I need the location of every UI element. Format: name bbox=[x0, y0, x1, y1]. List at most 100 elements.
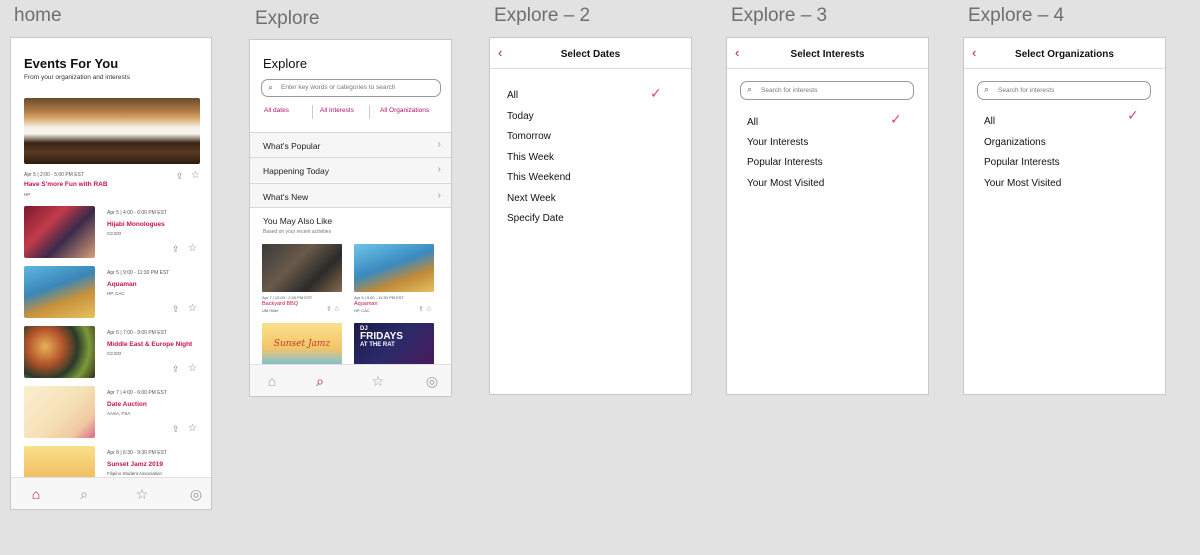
explore-screen: Explore ⌕ Enter key words or categories … bbox=[249, 39, 452, 397]
card-image bbox=[354, 244, 434, 292]
card-actions[interactable]: ⇪ ☆ bbox=[418, 305, 432, 313]
section-label: Happening Today bbox=[263, 166, 330, 176]
option-this-weekend[interactable]: This Weekend bbox=[507, 172, 571, 183]
option-tomorrow[interactable]: Tomorrow bbox=[507, 131, 551, 142]
option-your-interests[interactable]: Your Interests bbox=[747, 137, 808, 148]
list-item[interactable]: Apr 6 | 7:00 - 9:00 PM EST Middle East &… bbox=[24, 326, 202, 378]
artboard-label-explore-2: Explore – 2 bbox=[494, 5, 591, 26]
event-card[interactable]: DJ FRIDAYS AT THE RAT bbox=[354, 323, 434, 365]
checkmark-icon: ✓ bbox=[650, 85, 662, 101]
star-icon[interactable]: ☆ bbox=[188, 363, 197, 374]
event-card[interactable]: Apr 5 | 9:00 - 11:30 PM EST Aquaman HP, … bbox=[354, 244, 434, 313]
profile-icon[interactable]: ◎ bbox=[422, 371, 442, 391]
card-image-text: FRIDAYS bbox=[360, 331, 403, 342]
event-title[interactable]: Aquaman bbox=[107, 281, 137, 288]
search-icon: ⌕ bbox=[747, 84, 753, 94]
share-icon[interactable]: ⇪ bbox=[172, 244, 180, 255]
event-thumbnail bbox=[24, 326, 95, 378]
section-label: What's New bbox=[263, 192, 309, 202]
event-date: Apr 7 | 4:00 - 6:00 PM EST bbox=[107, 390, 167, 396]
page-title: Events For You bbox=[24, 56, 119, 71]
event-org: CCISO bbox=[107, 351, 122, 356]
option-organizations[interactable]: Organizations bbox=[984, 137, 1046, 148]
event-title[interactable]: Date Auction bbox=[107, 401, 147, 408]
option-your-most-visited[interactable]: Your Most Visited bbox=[747, 178, 824, 189]
option-all[interactable]: All bbox=[507, 90, 518, 101]
event-org: Filipino Student Association bbox=[107, 471, 163, 476]
search-input[interactable]: ⌕ Enter key words or categories to searc… bbox=[261, 79, 441, 97]
card-actions[interactable]: ⇪ ☆ bbox=[326, 305, 340, 313]
card-image-text: AT THE RAT bbox=[360, 342, 395, 348]
event-card[interactable]: Sunset Jamz bbox=[262, 323, 342, 365]
chevron-right-icon: › bbox=[437, 164, 441, 175]
search-placeholder: Search for interests bbox=[998, 87, 1055, 94]
card-date: Apr 7 | 12:00 - 2:00 PM EST bbox=[262, 295, 313, 300]
search-input[interactable]: ⌕ Search for interests bbox=[977, 81, 1151, 100]
filter-bar: All dates All Interests All Organization… bbox=[250, 105, 451, 119]
option-next-week[interactable]: Next Week bbox=[507, 193, 556, 204]
event-title[interactable]: Middle East & Europe Night bbox=[107, 341, 192, 348]
star-icon[interactable]: ☆ bbox=[188, 243, 197, 254]
event-card[interactable]: Apr 7 | 12:00 - 2:00 PM EST Backyard BBQ… bbox=[262, 244, 342, 313]
select-organizations-screen: ‹ Select Organizations ⌕ Search for inte… bbox=[963, 37, 1166, 395]
star-icon[interactable]: ☆ bbox=[188, 303, 197, 314]
divider bbox=[312, 105, 313, 119]
event-title[interactable]: Hijabi Monologues bbox=[107, 221, 165, 228]
select-interests-screen: ‹ Select Interests ⌕ Search for interest… bbox=[726, 37, 929, 395]
chevron-right-icon: › bbox=[437, 139, 441, 150]
star-icon[interactable]: ☆ bbox=[132, 484, 152, 504]
event-org: AASA, FSA bbox=[107, 411, 131, 416]
hero-event-title[interactable]: Have S'more Fun with RAB bbox=[24, 181, 108, 188]
option-all[interactable]: All bbox=[747, 117, 758, 128]
event-thumbnail bbox=[24, 266, 95, 318]
filter-all-dates[interactable]: All dates bbox=[264, 107, 289, 114]
hero-event-org: HP bbox=[24, 192, 31, 197]
list-item[interactable]: Apr 5 | 4:00 - 6:00 PM EST Hijabi Monolo… bbox=[24, 206, 202, 258]
option-all[interactable]: All bbox=[984, 116, 995, 127]
home-screen: Events For You From your organization an… bbox=[10, 37, 212, 510]
share-icon[interactable]: ⇪ bbox=[176, 171, 184, 182]
share-icon[interactable]: ⇪ bbox=[172, 364, 180, 375]
card-image bbox=[262, 244, 342, 292]
option-specify-date[interactable]: Specify Date bbox=[507, 213, 564, 224]
section-happening-today[interactable]: Happening Today › bbox=[250, 157, 451, 182]
checkmark-icon: ✓ bbox=[1127, 107, 1139, 123]
ymal-title: You May Also Like bbox=[263, 216, 333, 226]
header: ‹ Select Dates bbox=[490, 38, 691, 69]
option-this-week[interactable]: This Week bbox=[507, 152, 554, 163]
option-today[interactable]: Today bbox=[507, 111, 534, 122]
section-whats-popular[interactable]: What's Popular › bbox=[250, 132, 451, 157]
search-icon[interactable]: ⌕ bbox=[74, 484, 94, 504]
search-placeholder: Search for interests bbox=[761, 87, 818, 94]
option-popular-interests[interactable]: Popular Interests bbox=[747, 157, 823, 168]
list-item[interactable]: Apr 5 | 9:00 - 11:30 PM EST Aquaman HP, … bbox=[24, 266, 202, 318]
share-icon[interactable]: ⇪ bbox=[172, 304, 180, 315]
home-icon[interactable]: ⌂ bbox=[262, 371, 282, 391]
option-your-most-visited[interactable]: Your Most Visited bbox=[984, 178, 1061, 189]
home-icon[interactable]: ⌂ bbox=[26, 484, 46, 504]
filter-all-organizations[interactable]: All Organizations bbox=[380, 107, 429, 114]
card-date: Apr 5 | 9:00 - 11:30 PM EST bbox=[354, 295, 404, 300]
search-placeholder: Enter key words or categories to search bbox=[281, 84, 396, 91]
star-icon[interactable]: ☆ bbox=[188, 423, 197, 434]
hero-event-image[interactable] bbox=[24, 98, 200, 164]
section-whats-new[interactable]: What's New › bbox=[250, 183, 451, 208]
event-date: Apr 5 | 9:00 - 11:30 PM EST bbox=[107, 270, 170, 276]
page-title: Select Organizations bbox=[1015, 49, 1114, 60]
filter-all-interests[interactable]: All Interests bbox=[320, 107, 354, 114]
ymal-subtitle: Based on your recent activities bbox=[263, 229, 332, 235]
list-item[interactable]: Apr 7 | 4:00 - 6:00 PM EST Date Auction … bbox=[24, 386, 202, 438]
event-title[interactable]: Sunset Jamz 2019 bbox=[107, 461, 163, 468]
event-org: CCISO bbox=[107, 231, 122, 236]
card-image: DJ FRIDAYS AT THE RAT bbox=[354, 323, 434, 365]
search-input[interactable]: ⌕ Search for interests bbox=[740, 81, 914, 100]
profile-icon[interactable]: ◎ bbox=[186, 484, 206, 504]
share-icon[interactable]: ⇪ bbox=[172, 424, 180, 435]
event-date: Apr 8 | 6:30 - 9:30 PM EST bbox=[107, 450, 167, 456]
star-icon[interactable]: ☆ bbox=[368, 371, 388, 391]
event-date: Apr 5 | 4:00 - 6:00 PM EST bbox=[107, 210, 167, 216]
chevron-right-icon: › bbox=[437, 190, 441, 201]
option-popular-interests[interactable]: Popular Interests bbox=[984, 157, 1060, 168]
star-icon[interactable]: ☆ bbox=[191, 170, 200, 181]
search-icon[interactable]: ⌕ bbox=[310, 371, 330, 391]
